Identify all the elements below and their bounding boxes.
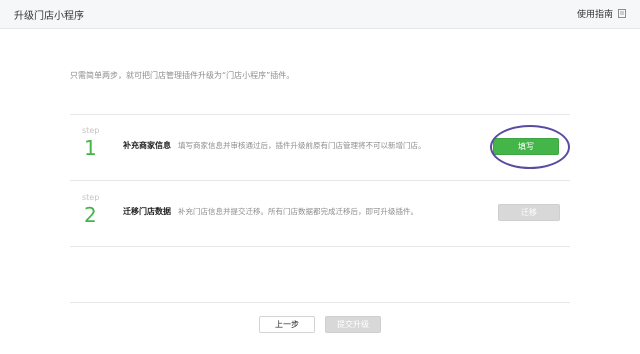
step-word: step — [82, 193, 100, 202]
migrate-button[interactable]: 迁移 — [498, 204, 560, 221]
step-description: 填写商家信息并审核通过后，插件升级前原有门店管理将不可以新增门店。 — [178, 141, 426, 150]
user-guide-label: 使用指南 — [576, 10, 613, 20]
step-description: 补充门店信息并提交迁移。所有门店数据都完成迁移后，即可升级插件。 — [178, 207, 418, 216]
divider — [70, 114, 570, 115]
step-title: 迁移门店数据 — [123, 207, 171, 216]
document-icon — [618, 9, 626, 18]
fill-in-button[interactable]: 填写 — [493, 138, 559, 155]
intro-text: 只需简单两步，就可把门店管理插件升级为“门店小程序”插件。 — [70, 71, 295, 80]
step-number: 2 — [84, 203, 97, 227]
page-title: 升级门店小程序 — [14, 11, 84, 22]
page-header: 升级门店小程序 使用指南 — [0, 0, 640, 29]
divider — [70, 246, 570, 247]
step-number: 1 — [84, 136, 97, 160]
user-guide-link[interactable]: 使用指南 — [577, 7, 626, 20]
previous-step-button[interactable]: 上一步 — [259, 316, 315, 333]
submit-upgrade-button[interactable]: 提交升级 — [325, 316, 381, 333]
footer-divider — [70, 302, 570, 303]
step-2: step 2 迁移门店数据 补充门店信息并提交迁移。所有门店数据都完成迁移后，即… — [70, 193, 570, 257]
step-title: 补充商家信息 — [123, 141, 171, 150]
divider — [70, 180, 570, 181]
step-word: step — [82, 126, 100, 135]
